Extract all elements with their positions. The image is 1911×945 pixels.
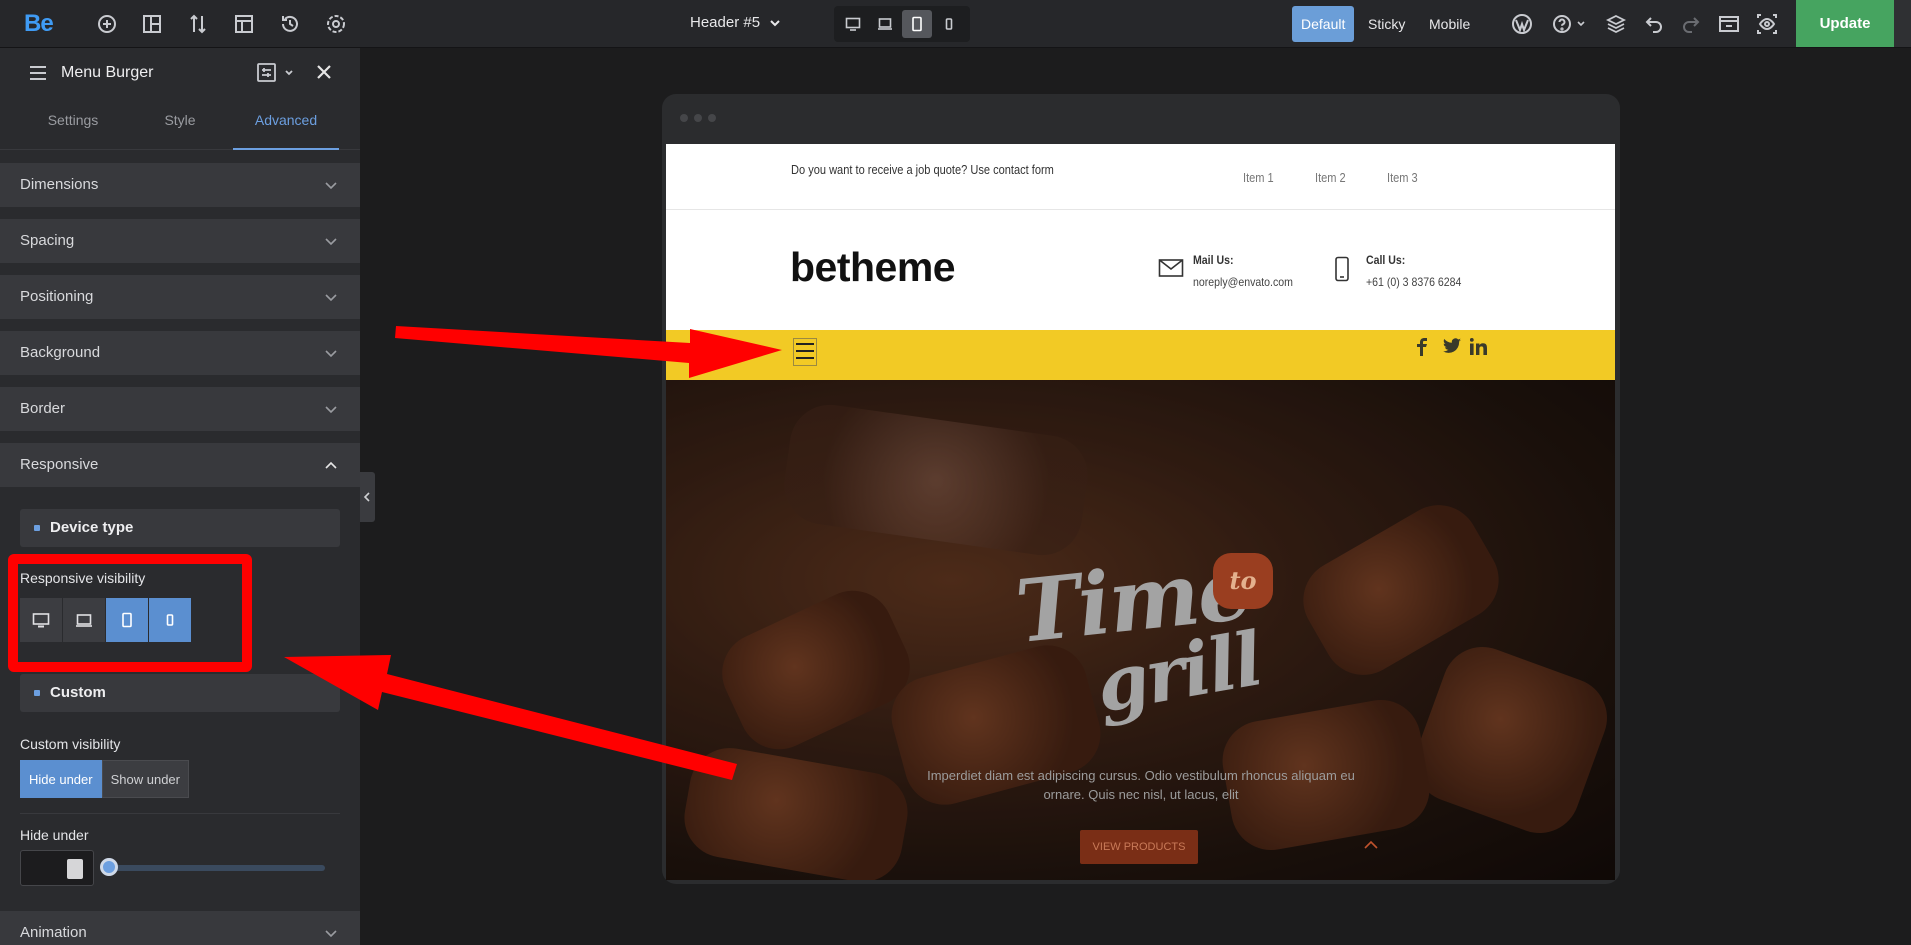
annotation-overlay: [284, 326, 782, 780]
arrow-to-burger-icon: [395, 326, 782, 378]
arrow-to-visibility-icon: [284, 655, 737, 780]
highlight-box: [8, 554, 252, 672]
